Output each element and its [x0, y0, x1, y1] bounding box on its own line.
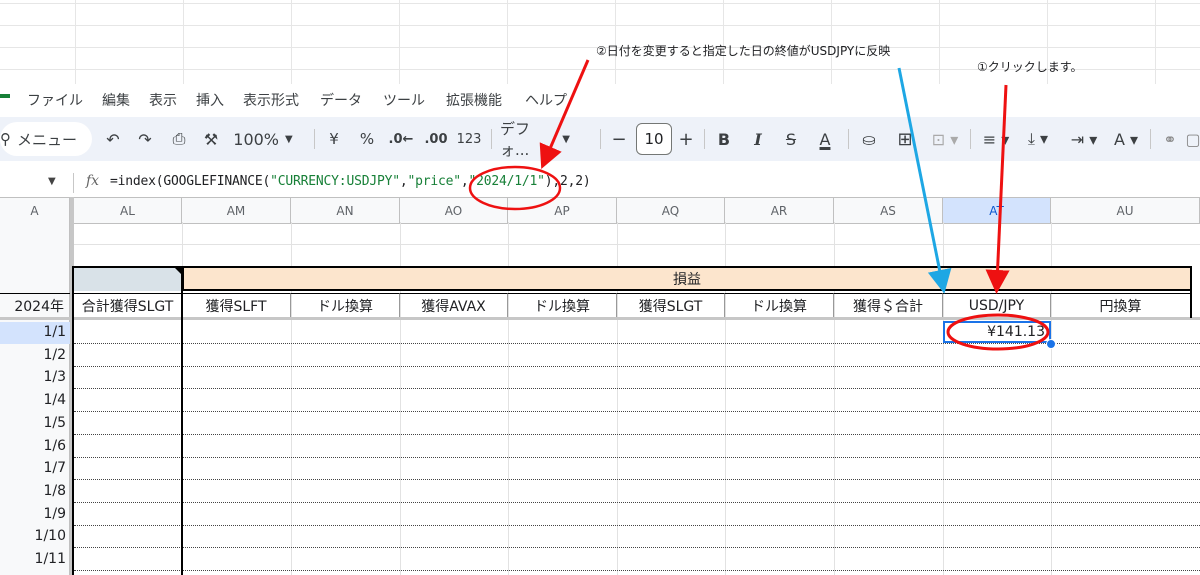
- arrow-to-date: [539, 59, 590, 170]
- usdjpy-cell-circle: [946, 313, 1050, 351]
- arrow-to-usdjpy-cyan: [897, 67, 952, 294]
- annotation-overlay: [468, 59, 1050, 351]
- date-arg-circle: [468, 165, 562, 211]
- arrow-to-usdjpy-red: [985, 84, 1010, 294]
